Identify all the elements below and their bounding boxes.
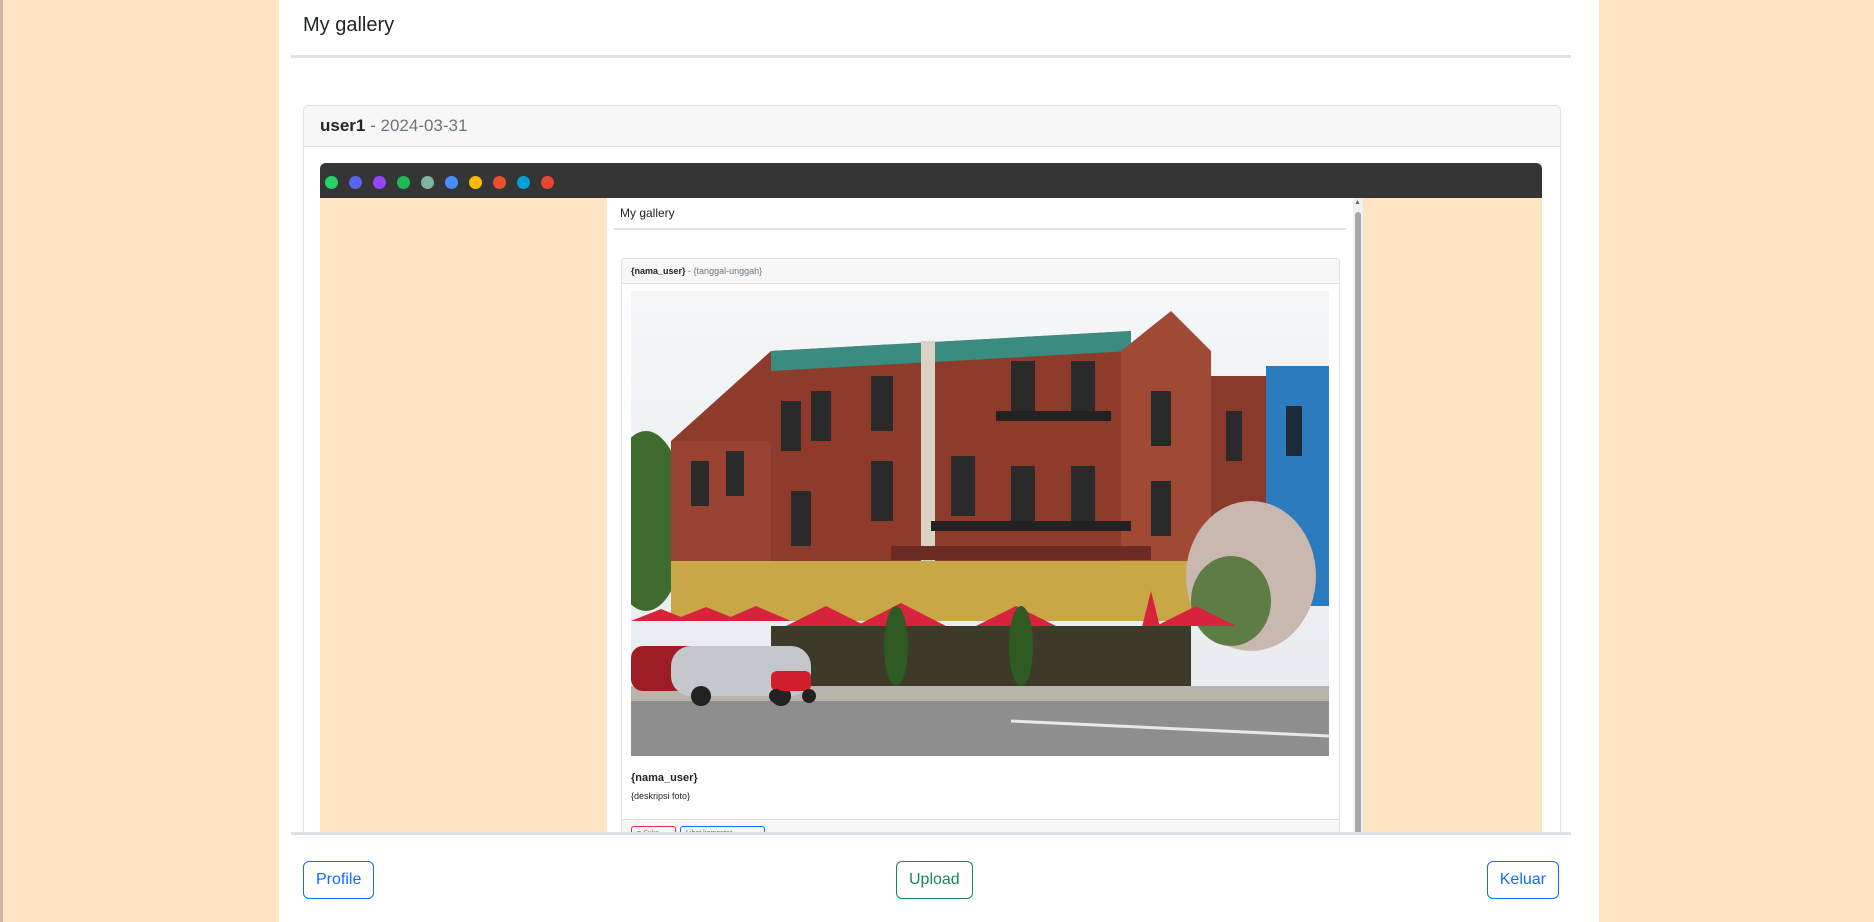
profile-button[interactable]: Profile bbox=[303, 861, 375, 899]
inner-scroll-thumb bbox=[1355, 212, 1361, 843]
upload-button[interactable]: Upload bbox=[896, 861, 973, 899]
twitch-icon bbox=[373, 176, 386, 189]
inner-photo-card: {nama_user} - {tanggal-unggah} {nama_use… bbox=[621, 258, 1340, 843]
sparkle-icon bbox=[445, 176, 458, 189]
photo-card-header: user1 - 2024-03-31 bbox=[304, 106, 1560, 147]
post-separator: - bbox=[365, 116, 381, 135]
page-title: My gallery bbox=[303, 14, 395, 36]
browser-bookmarks-bar bbox=[320, 163, 1542, 198]
gallery-panel: My gallery user1 - 2024-03-31 My gallery… bbox=[279, 0, 1599, 922]
action-footer: Profile Upload Keluar bbox=[291, 832, 1571, 922]
bag-icon bbox=[493, 176, 506, 189]
discord-icon bbox=[349, 176, 362, 189]
gmail-icon bbox=[541, 176, 554, 189]
inner-scroll-up-icon: ▲ bbox=[1354, 199, 1361, 206]
post-date: 2024-03-31 bbox=[380, 116, 468, 135]
app-icon bbox=[421, 176, 434, 189]
inner-photo-description: {deskripsi foto} bbox=[631, 791, 691, 801]
inner-photo-owner: {nama_user} bbox=[631, 772, 698, 784]
inner-page-title: My gallery bbox=[614, 198, 1346, 230]
street-cafe-photo bbox=[631, 291, 1329, 756]
photo-card: user1 - 2024-03-31 My gallery {nama_user… bbox=[303, 105, 1561, 922]
spotify-icon bbox=[397, 176, 410, 189]
logout-button[interactable]: Keluar bbox=[1486, 861, 1559, 899]
bilibili-icon bbox=[517, 176, 530, 189]
whatsapp-icon bbox=[325, 176, 338, 189]
inner-scrollbar: ▲ bbox=[1353, 198, 1363, 843]
inner-card-header: {nama_user} - {tanggal-unggah} bbox=[622, 259, 1339, 284]
bookmark-icons bbox=[325, 176, 554, 189]
drive-icon bbox=[469, 176, 482, 189]
uploaded-photo[interactable]: My gallery {nama_user} - {tanggal-unggah… bbox=[320, 163, 1542, 843]
window-edge bbox=[0, 0, 3, 922]
page-header: My gallery bbox=[291, 0, 1571, 58]
inner-gallery-page: My gallery {nama_user} - {tanggal-unggah… bbox=[607, 198, 1353, 843]
post-username: user1 bbox=[320, 116, 366, 135]
